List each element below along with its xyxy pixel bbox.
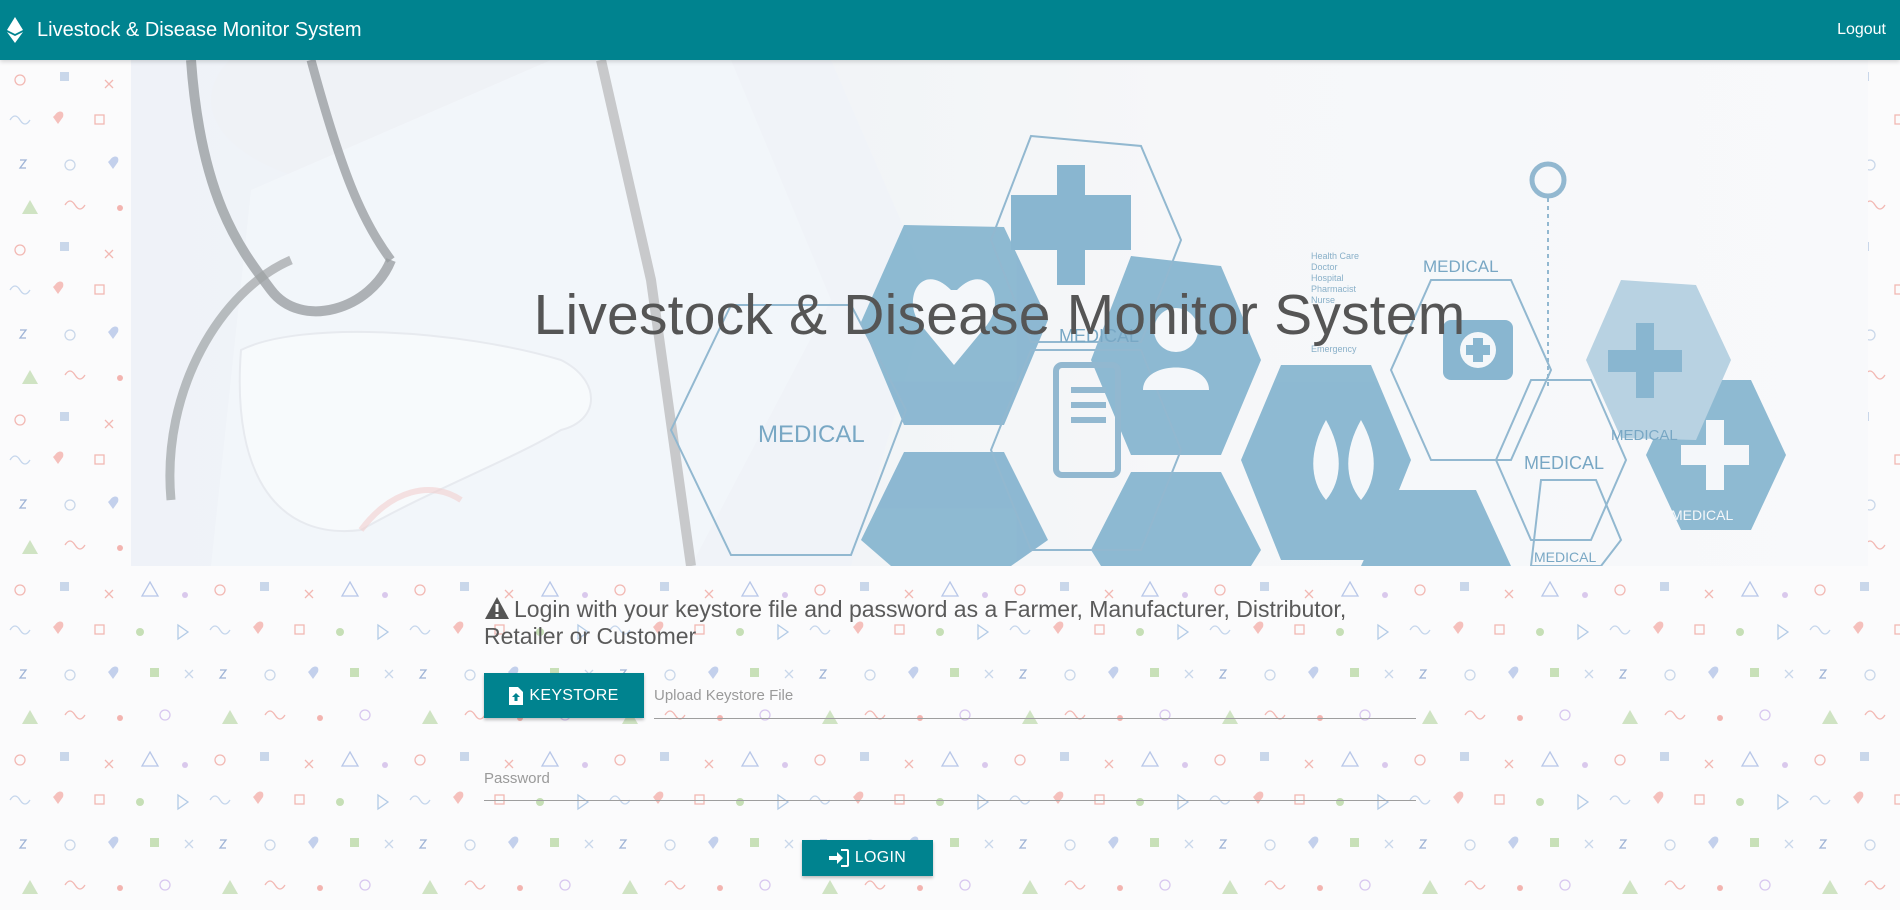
logout-link[interactable]: Logout [1837, 0, 1886, 60]
login-form: Login with your keystore file and passwo… [484, 596, 1416, 876]
login-button-label: LOGIN [854, 849, 907, 866]
sign-in-icon [828, 849, 849, 867]
password-input[interactable] [484, 756, 1416, 800]
login-instruction: Login with your keystore file and passwo… [484, 596, 1416, 650]
keystore-button-label: KEYSTORE [529, 686, 619, 704]
navbar-brand-title[interactable]: Livestock & Disease Monitor System [37, 0, 362, 60]
keystore-file-input[interactable] [654, 673, 1416, 718]
warning-icon [485, 597, 509, 619]
keystore-file-path-field[interactable] [654, 673, 1416, 719]
login-instruction-text: Login with your keystore file and passwo… [484, 596, 1347, 649]
file-upload-icon [509, 686, 524, 705]
ethereum-icon [7, 17, 23, 43]
login-button[interactable]: LOGIN [802, 840, 933, 876]
keystore-upload-button[interactable]: KEYSTORE [484, 673, 644, 718]
hero-banner: MEDICAL MEDICAL MEDICAL MEDICAL MEDICAL … [131, 60, 1868, 566]
hero-title: Livestock & Disease Monitor System [533, 283, 1466, 347]
top-navbar: Livestock & Disease Monitor System Logou… [0, 0, 1900, 60]
password-field[interactable] [484, 756, 1416, 801]
keystore-row: KEYSTORE [484, 673, 1416, 719]
